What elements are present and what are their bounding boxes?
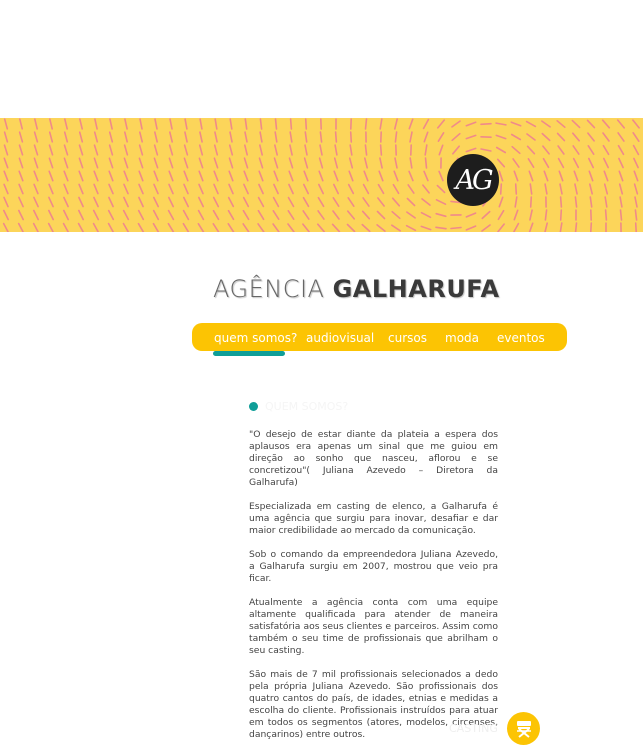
logo-text: AG: [455, 165, 490, 196]
nav-item-eventos[interactable]: eventos: [497, 331, 545, 345]
main-nav: quem somos? audiovisual cursos moda even…: [192, 323, 567, 351]
casting-button[interactable]: [507, 712, 540, 745]
section-heading-label: QUEM SOMOS?: [265, 400, 348, 413]
title-light: AGÊNCIA: [213, 275, 324, 303]
paragraph: Atualmente a agência conta com uma equip…: [249, 597, 498, 657]
paragraph: Especializada em casting de elenco, a Ga…: [249, 501, 498, 537]
banner-pattern: [0, 118, 643, 232]
bullet-dot: [249, 402, 258, 411]
casting-label: CASTING: [449, 722, 498, 735]
agency-logo[interactable]: AG: [447, 154, 499, 206]
nav-item-quem-somos[interactable]: quem somos?: [214, 331, 297, 345]
director-chair-icon: [514, 719, 534, 739]
paragraph: Sob o comando da empreendedora Juliana A…: [249, 549, 498, 585]
about-content: "O desejo de estar diante da plateia a e…: [249, 429, 498, 753]
nav-item-audiovisual[interactable]: audiovisual: [306, 331, 374, 345]
title-bold: GALHARUFA: [333, 275, 500, 303]
page-title: AGÊNCIA GALHARUFA: [213, 275, 500, 303]
nav-active-indicator: [213, 351, 285, 356]
header-banner: [0, 118, 643, 232]
nav-item-moda[interactable]: moda: [445, 331, 479, 345]
section-heading: QUEM SOMOS?: [249, 400, 348, 413]
paragraph: "O desejo de estar diante da plateia a e…: [249, 429, 498, 489]
nav-item-cursos[interactable]: cursos: [388, 331, 427, 345]
